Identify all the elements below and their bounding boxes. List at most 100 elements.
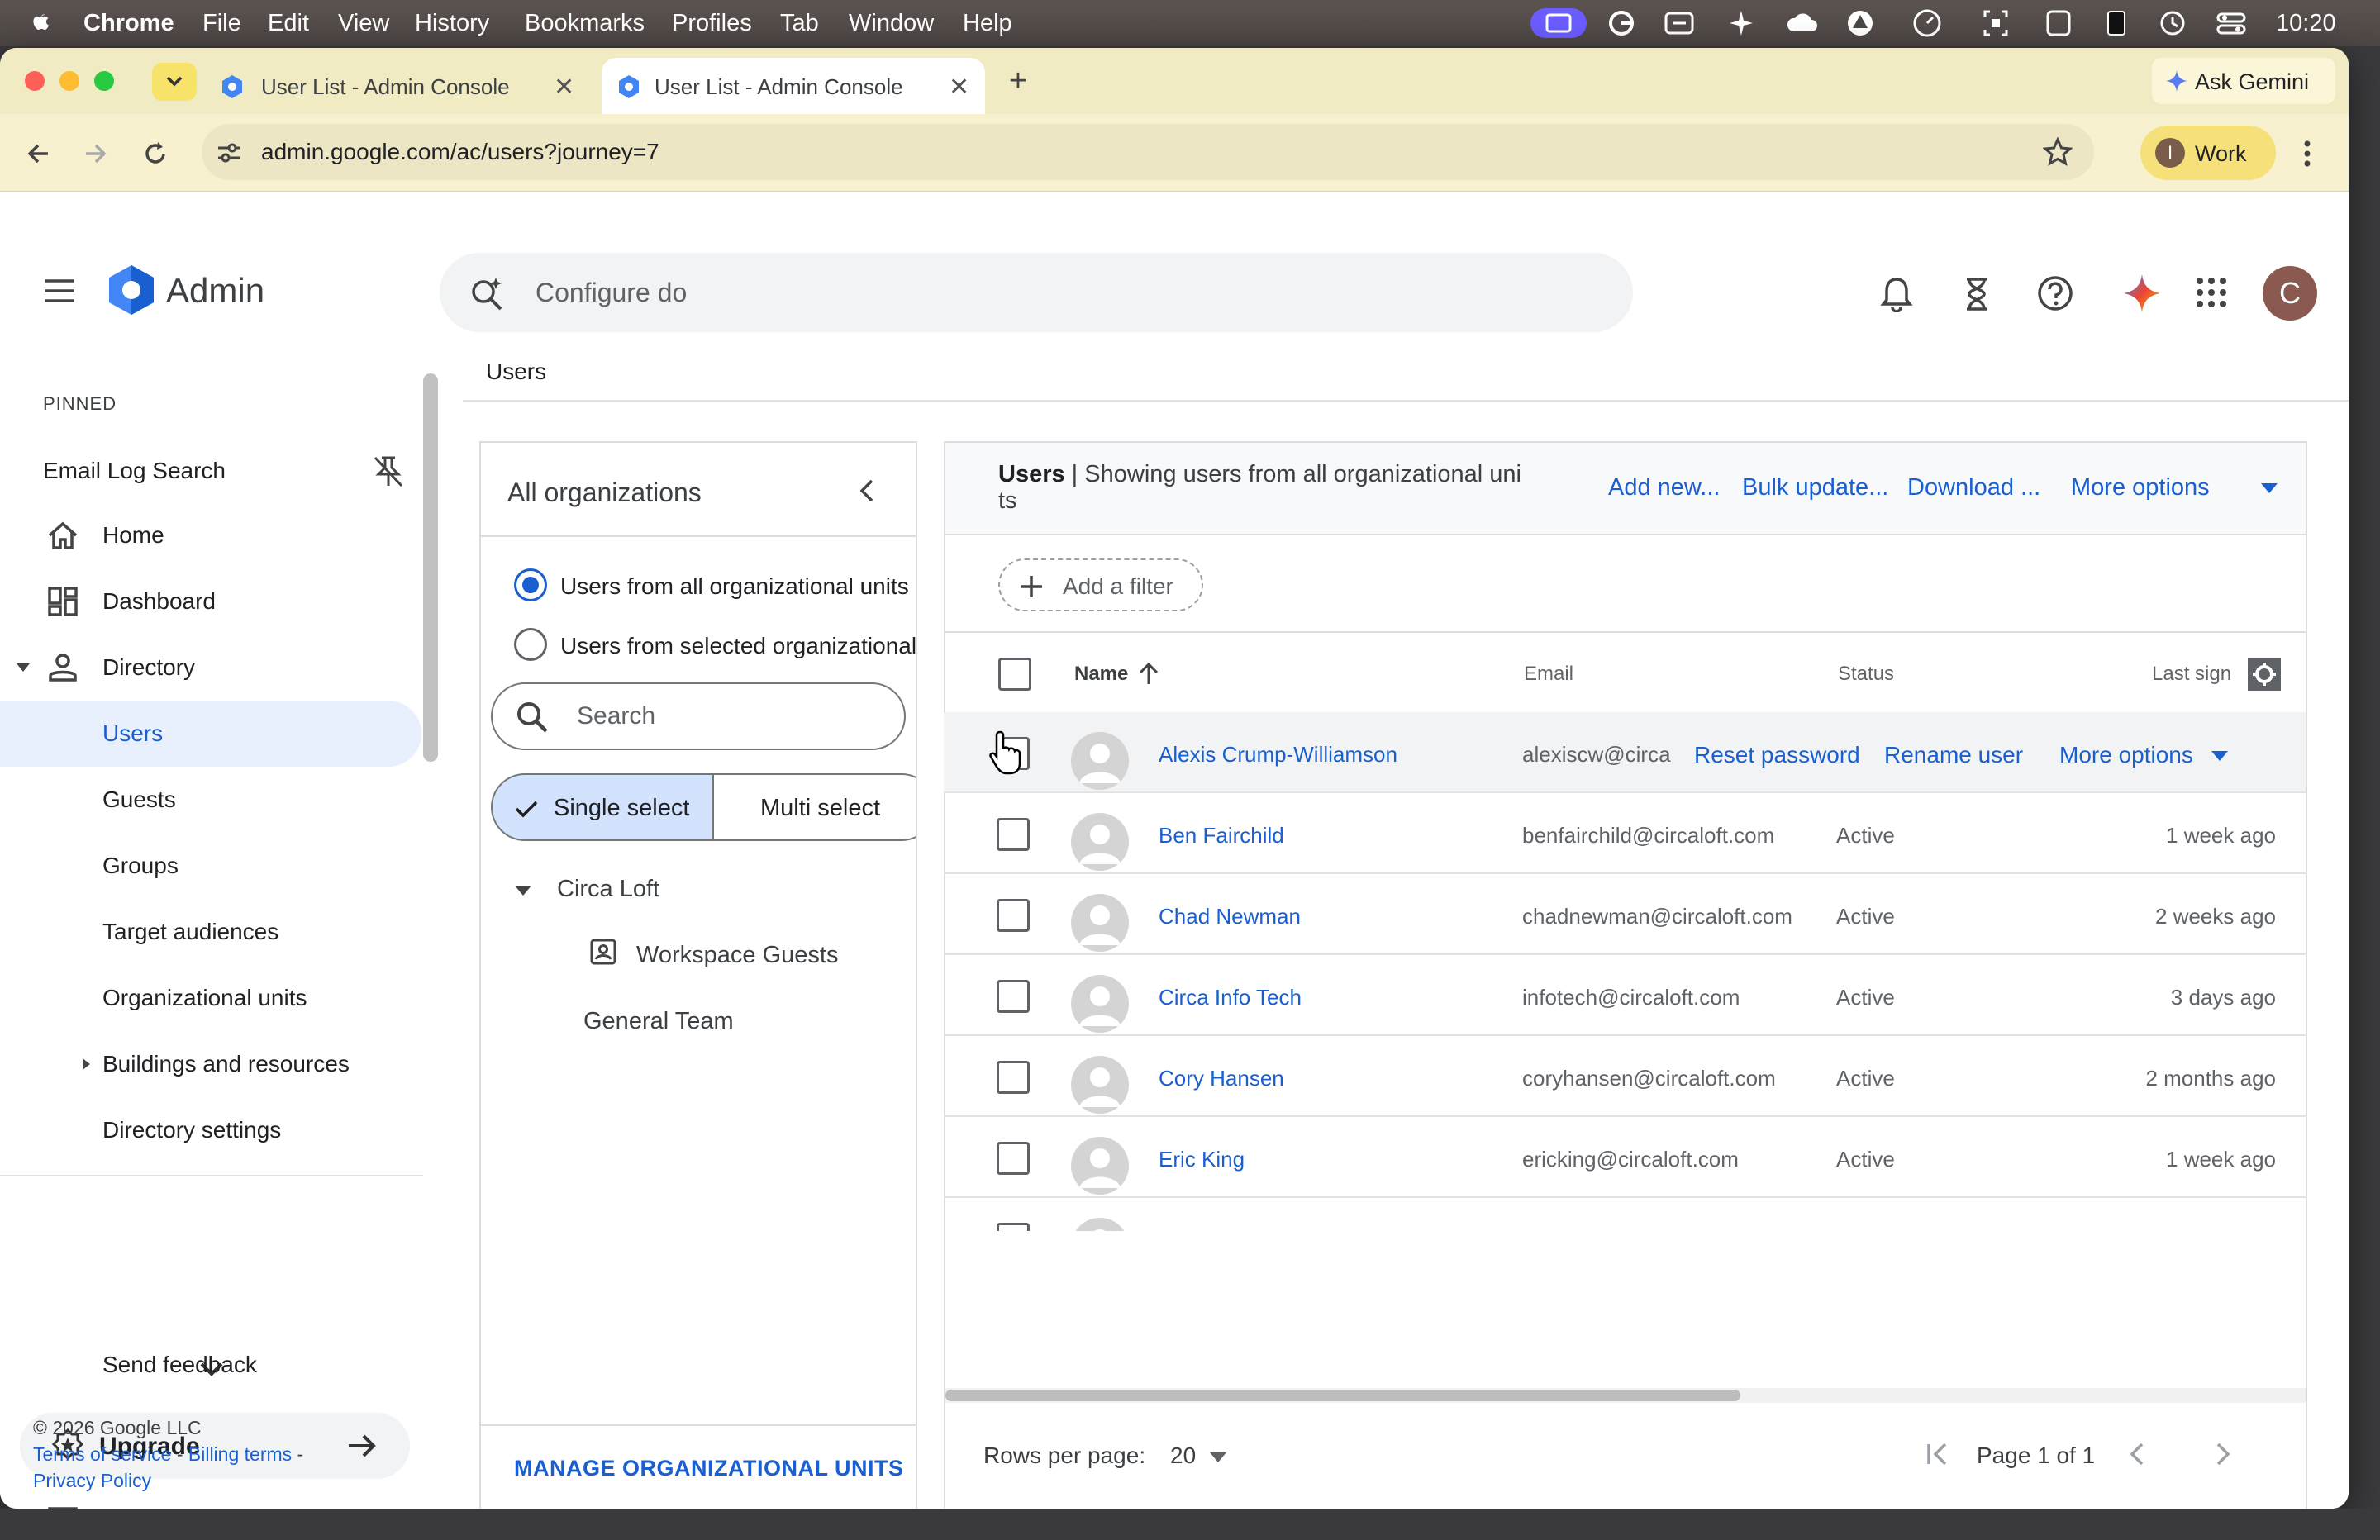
radio-all-org-units[interactable] — [514, 568, 547, 601]
column-email[interactable]: Email — [1524, 663, 1573, 686]
sort-ascending-arrow-icon[interactable] — [1137, 661, 1160, 686]
sidebar-item-directory[interactable]: Directory — [0, 635, 421, 701]
row-checkbox[interactable] — [997, 899, 1030, 932]
apple-icon[interactable] — [28, 0, 53, 46]
menu-window[interactable]: Window — [849, 0, 934, 46]
window-maximize-button[interactable] — [94, 71, 114, 91]
apps-grid-icon[interactable] — [2195, 276, 2228, 309]
sidebar-scrollbar-thumb[interactable] — [423, 373, 438, 762]
back-arrow-icon[interactable] — [23, 139, 53, 169]
menu-view[interactable]: View — [338, 0, 389, 46]
menu-app-name[interactable]: Chrome — [83, 0, 174, 46]
forward-arrow-icon[interactable] — [81, 139, 111, 169]
user-name-link[interactable]: Jeff Stone — [1159, 1228, 1255, 1231]
new-tab-plus-icon[interactable]: + — [1002, 63, 1035, 99]
table-row[interactable]: Ben Fairchild benfairchild@circaloft.com A… — [944, 793, 2306, 874]
ask-gemini-button[interactable]: Ask Gemini — [2152, 58, 2335, 104]
sidebar-item-home[interactable]: Home — [0, 502, 421, 568]
tab-user-list-1[interactable]: User List - Admin Console ✕ — [207, 58, 595, 114]
previous-page-icon[interactable] — [2122, 1439, 2152, 1469]
terms-of-service-link[interactable]: Terms of service — [33, 1443, 171, 1465]
unpin-icon[interactable] — [370, 453, 407, 489]
address-bar[interactable]: admin.google.com/ac/users?journey=7 — [202, 124, 2094, 180]
notes-icon[interactable] — [2044, 8, 2073, 38]
table-row[interactable]: Cory Hansen coryhansen@circaloft.com Activ… — [944, 1036, 2306, 1117]
tab-close-icon[interactable]: ✕ — [554, 73, 574, 102]
table-row-hovered[interactable]: Alexis Crump-Williamson alexiscw@circa R… — [944, 712, 2306, 793]
column-name[interactable]: Name — [1074, 663, 1128, 686]
menu-history[interactable]: History — [415, 0, 489, 46]
collapse-panel-chevron-icon[interactable] — [851, 474, 884, 507]
sidebar-item-dashboard[interactable]: Dashboard — [0, 568, 421, 635]
manage-org-units-link[interactable]: MANAGE ORGANIZATIONAL UNITS — [514, 1456, 904, 1481]
row-checkbox[interactable] — [997, 1061, 1030, 1094]
send-feedback-link[interactable]: Send feedback — [102, 1352, 257, 1378]
select-all-checkbox[interactable] — [998, 658, 1031, 691]
rows-per-page-select[interactable]: 20 — [1164, 1433, 1243, 1477]
admin-search-input[interactable]: Configure do — [536, 278, 687, 308]
billing-terms-link[interactable]: Billing terms — [188, 1443, 292, 1465]
user-name-link[interactable]: Cory Hansen — [1159, 1066, 1284, 1091]
notifications-bell-icon[interactable] — [1879, 276, 1914, 312]
dropdown-arrow-icon[interactable] — [2259, 481, 2279, 496]
dropdown-arrow-icon[interactable] — [2210, 749, 2230, 763]
bulk-update-button[interactable]: Bulk update... — [1742, 474, 1888, 501]
row-more-options-button[interactable]: More options — [2059, 742, 2193, 768]
profile-chip[interactable]: I Work — [2140, 126, 2276, 180]
column-status[interactable]: Status — [1838, 663, 1894, 686]
user-name-link[interactable]: Alexis Crump-Williamson — [1159, 742, 1397, 768]
tasks-hourglass-icon[interactable] — [1962, 276, 1992, 312]
menu-edit[interactable]: Edit — [268, 0, 309, 46]
bookmark-star-icon[interactable] — [2043, 137, 2073, 167]
menu-help[interactable]: Help — [963, 0, 1012, 46]
menu-profiles[interactable]: Profiles — [672, 0, 752, 46]
time-machine-icon[interactable] — [2159, 8, 2187, 38]
privacy-policy-link[interactable]: Privacy Policy — [33, 1467, 303, 1494]
account-avatar[interactable]: C — [2263, 266, 2317, 321]
tab-user-list-2-active[interactable]: User List - Admin Console ✕ — [602, 58, 985, 114]
menu-bookmarks[interactable]: Bookmarks — [525, 0, 645, 46]
user-name-link[interactable]: Chad Newman — [1159, 904, 1301, 929]
column-settings-gear-icon[interactable] — [2248, 658, 2281, 691]
user-name-link[interactable]: Circa Info Tech — [1159, 985, 1302, 1010]
first-page-icon[interactable] — [1922, 1439, 1952, 1469]
radio-all-label[interactable]: Users from all organizational units — [560, 573, 909, 600]
menu-tab[interactable]: Tab — [780, 0, 819, 46]
menu-clock[interactable]: 10:20 — [2276, 0, 2336, 46]
grammarly-icon[interactable] — [1606, 8, 1636, 38]
table-row[interactable]: Circa Info Tech infotech@circaloft.com Act… — [944, 955, 2306, 1036]
screenshot-icon[interactable] — [1982, 8, 2010, 38]
more-options-button[interactable]: More options — [2071, 474, 2210, 501]
cloud-icon[interactable] — [1785, 8, 1820, 38]
next-page-icon[interactable] — [2208, 1439, 2238, 1469]
window-close-button[interactable] — [25, 71, 45, 91]
radio-selected-org-units[interactable] — [514, 628, 547, 661]
radio-selected-label[interactable]: Users from selected organizational units — [560, 633, 916, 659]
sparkle-icon[interactable] — [1727, 8, 1755, 38]
user-name-link[interactable]: Ben Fairchild — [1159, 823, 1284, 848]
site-info-icon[interactable] — [215, 139, 243, 167]
admin-logo-icon[interactable] — [106, 263, 157, 317]
tab-search-button[interactable] — [152, 63, 197, 101]
horizontal-scrollbar-thumb[interactable] — [945, 1390, 1740, 1401]
pinned-email-log-search[interactable]: Email Log Search — [43, 458, 226, 484]
screen-share-icon[interactable] — [1530, 8, 1587, 38]
row-checkbox[interactable] — [997, 1142, 1030, 1175]
help-question-icon[interactable] — [2036, 274, 2074, 312]
control-center-icon[interactable] — [2215, 8, 2248, 38]
admin-search-bar[interactable]: Configure do — [440, 253, 1633, 332]
row-checkbox[interactable] — [997, 818, 1030, 851]
gemini-star-icon[interactable] — [2122, 273, 2162, 314]
add-new-button[interactable]: Add new... — [1608, 474, 1720, 501]
table-horizontal-scrollbar[interactable] — [945, 1388, 2306, 1403]
drive-icon[interactable] — [1846, 8, 1874, 38]
row-checkbox[interactable] — [997, 980, 1030, 1013]
url-text[interactable]: admin.google.com/ac/users?journey=7 — [261, 139, 659, 165]
table-row[interactable]: Chad Newman chadnewman@circaloft.com Activ… — [944, 874, 2306, 955]
battery-app-icon[interactable] — [2104, 8, 2129, 38]
menu-file[interactable]: File — [202, 0, 241, 46]
user-name-link[interactable]: Eric King — [1159, 1147, 1245, 1172]
row-checkbox[interactable] — [997, 1223, 1030, 1231]
window-minimize-button[interactable] — [60, 71, 79, 91]
hamburger-menu-icon[interactable] — [43, 278, 76, 304]
